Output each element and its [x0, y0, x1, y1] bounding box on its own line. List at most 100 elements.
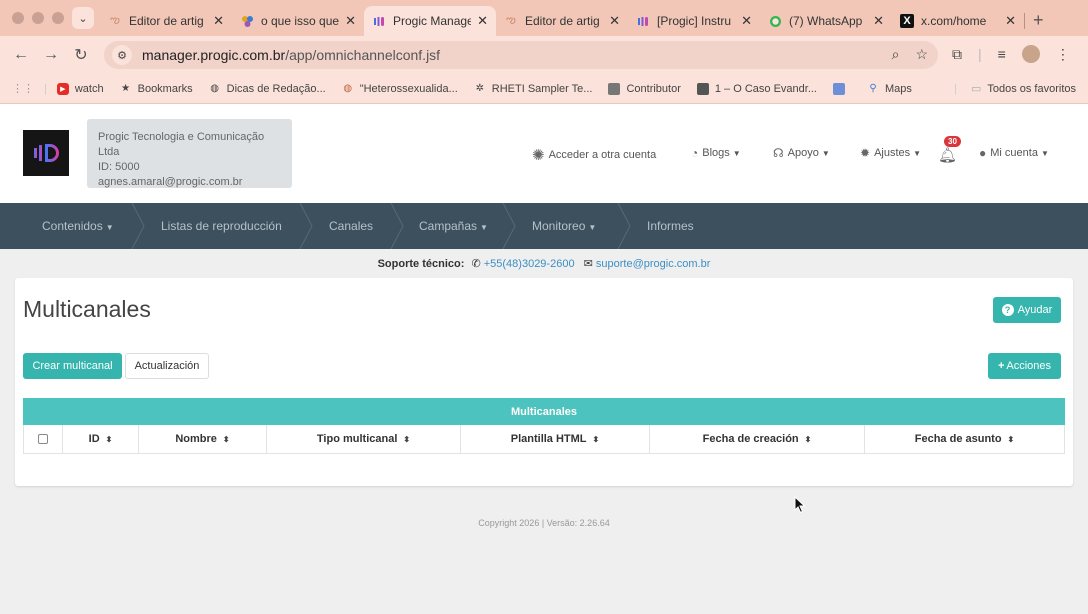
nav-item-playlists[interactable]: Listas de reproducción [161, 219, 282, 233]
browser-tab[interactable]: X x.com/home ✕ [892, 6, 1024, 36]
org-name: Progic Tecnologia e Comunicação Ltda [98, 131, 265, 158]
support-phone[interactable]: +55(48)3029-2600 [484, 258, 575, 270]
browser-tab[interactable]: [Progic] Instru ✕ [628, 6, 760, 36]
create-multichannel-button[interactable]: Crear multicanal [23, 353, 122, 379]
browser-toolbar: ← → ↻ ⚙ manager.progic.com.br/app/omnich… [0, 36, 1088, 74]
tab-search-button[interactable]: ⌄ [72, 7, 94, 29]
user-email: agnes.amaral@progic.com.br [98, 176, 243, 188]
progic-icon [372, 14, 386, 28]
nav-item-contents[interactable]: Contenidos ▼ [42, 219, 114, 233]
whatsapp-icon [768, 14, 782, 28]
extensions-icon[interactable]: ⧉ [952, 46, 962, 63]
star-icon: ★ [121, 83, 131, 94]
bookmark-item[interactable]: ◍ "Heterossexualida... [342, 83, 457, 95]
bookmark-item[interactable]: ✲ RHETI Sampler Te... [474, 83, 593, 95]
support-bar: Soporte técnico: ✆ +55(48)3029-2600 ✉ su… [377, 258, 711, 270]
bookmark-star-icon[interactable]: ☆ [915, 46, 928, 63]
nav-item-channels[interactable]: Canales [329, 219, 373, 233]
mouse-cursor-icon [794, 496, 806, 514]
nav-separator [617, 203, 631, 249]
nav-separator [299, 203, 313, 249]
close-tab-icon[interactable]: ✕ [477, 13, 488, 29]
column-header-created[interactable]: Fecha de creación ⬍ [650, 425, 865, 453]
close-tab-icon[interactable]: ✕ [609, 13, 620, 29]
more-menu-icon[interactable]: ⋮ [1056, 46, 1070, 63]
close-tab-icon[interactable]: ✕ [1005, 13, 1016, 29]
table-caption: Multicanales [23, 398, 1065, 425]
caret-down-icon: ▼ [105, 223, 114, 232]
close-window-button[interactable] [12, 12, 24, 24]
back-button[interactable]: ← [6, 46, 36, 64]
map-pin-icon: ⚲ [869, 83, 877, 94]
bookmark-item[interactable]: ★ Bookmarks [120, 83, 193, 95]
close-tab-icon[interactable]: ✕ [345, 13, 356, 29]
address-bar[interactable]: ⚙ manager.progic.com.br/app/omnichannelc… [104, 41, 938, 69]
sort-icon: ⬍ [1007, 434, 1015, 444]
nav-item-reports[interactable]: Informes [647, 219, 694, 233]
close-tab-icon[interactable]: ✕ [741, 13, 752, 29]
bookmark-item[interactable]: 1 – O Caso Evandr... [696, 82, 817, 95]
nav-item-campaigns[interactable]: Campañas ▼ [419, 219, 488, 233]
caret-down-icon: ▼ [821, 148, 830, 158]
select-all-cell [24, 425, 63, 453]
maximize-window-button[interactable] [52, 12, 64, 24]
folder-icon: ▭ [970, 83, 982, 95]
url-text[interactable]: manager.progic.com.br/app/omnichannelcon… [142, 47, 440, 63]
globe-icon: ◍ [343, 83, 353, 94]
browser-tab[interactable]: ఌ Editor de artig ✕ [100, 6, 232, 36]
support-email[interactable]: suporte@progic.com.br [596, 258, 711, 270]
close-tab-icon[interactable]: ✕ [213, 13, 224, 29]
column-header-subject-date[interactable]: Fecha de asunto ⬍ [865, 425, 1064, 453]
all-bookmarks-folder[interactable]: | ▭ Todos os favoritos [954, 82, 1076, 96]
browser-tab-active[interactable]: Progic Manage ✕ [364, 6, 496, 36]
divider: | [978, 46, 982, 62]
notifications-button[interactable]: 🔔︎ [938, 146, 961, 164]
bookmark-item[interactable]: ⚲ Maps [867, 83, 912, 95]
zoom-icon[interactable]: ⌕ [892, 46, 900, 63]
select-all-checkbox[interactable] [38, 434, 48, 444]
nav-item-monitoring[interactable]: Monitoreo ▼ [532, 219, 596, 233]
column-header-id[interactable]: ID ⬍ [63, 425, 139, 453]
actions-button[interactable]: + Acciones [988, 353, 1061, 379]
switch-account-link[interactable]: ✺ Acceder a otra cuenta [532, 146, 656, 164]
nav-separator [390, 203, 404, 249]
bookmark-item[interactable]: Contributor [608, 82, 681, 95]
support-menu[interactable]: ☊ Apoyo ▼ [773, 146, 830, 160]
settings-menu[interactable]: ✹ Ajustes ▼ [860, 146, 921, 160]
update-button[interactable]: Actualización [125, 353, 209, 379]
bookmark-item[interactable]: ◍ Dicas de Redação... [209, 83, 325, 95]
minimize-window-button[interactable] [32, 12, 44, 24]
blogs-menu[interactable]: ◔ Blogs ▼ [691, 146, 741, 160]
youtube-icon: ▶ [56, 82, 69, 95]
caret-down-icon: ▼ [588, 223, 597, 232]
main-navigation: Contenidos ▼ Listas de reproducción Canal… [0, 203, 1088, 249]
browser-tab[interactable]: o que isso que ✕ [232, 6, 364, 36]
site-settings-icon[interactable]: ⚙ [112, 45, 132, 65]
column-header-type[interactable]: Tipo multicanal ⬍ [267, 425, 461, 453]
colorful-logo-icon [240, 14, 254, 28]
browser-tab[interactable]: (7) WhatsApp ✕ [760, 6, 892, 36]
browser-tab-bar: ⌄ ఌ Editor de artig ✕ o que isso que ✕ P… [0, 0, 1088, 36]
column-header-template[interactable]: Plantilla HTML ⬍ [461, 425, 650, 453]
reload-button[interactable]: ↻ [66, 45, 96, 65]
apps-grid-icon[interactable]: ⋮⋮ [12, 82, 34, 95]
forward-button[interactable]: → [36, 46, 66, 64]
tag-icon: ఌ [110, 13, 120, 26]
sort-icon: ⬍ [105, 434, 113, 444]
progic-logo[interactable] [23, 130, 69, 176]
profile-avatar[interactable] [1021, 45, 1040, 63]
help-button[interactable]: ? Ayudar [993, 297, 1061, 323]
bookmark-item[interactable] [833, 82, 851, 95]
bookmark-item[interactable]: ▶ watch [56, 82, 104, 95]
account-menu[interactable]: ● Mi cuenta ▼ [979, 146, 1049, 160]
close-tab-icon[interactable]: ✕ [873, 13, 884, 29]
book-icon [696, 82, 709, 95]
new-tab-button[interactable]: + [1033, 10, 1044, 31]
nav-separator [502, 203, 516, 249]
sort-icon: ⬍ [592, 434, 600, 444]
globe-icon: ◍ [210, 83, 219, 94]
caret-down-icon: ▼ [732, 148, 741, 158]
column-header-name[interactable]: Nombre ⬍ [139, 425, 267, 453]
browser-tab[interactable]: ఌ Editor de artig ✕ [496, 6, 628, 36]
reading-list-icon[interactable]: ≡ [998, 46, 1006, 62]
